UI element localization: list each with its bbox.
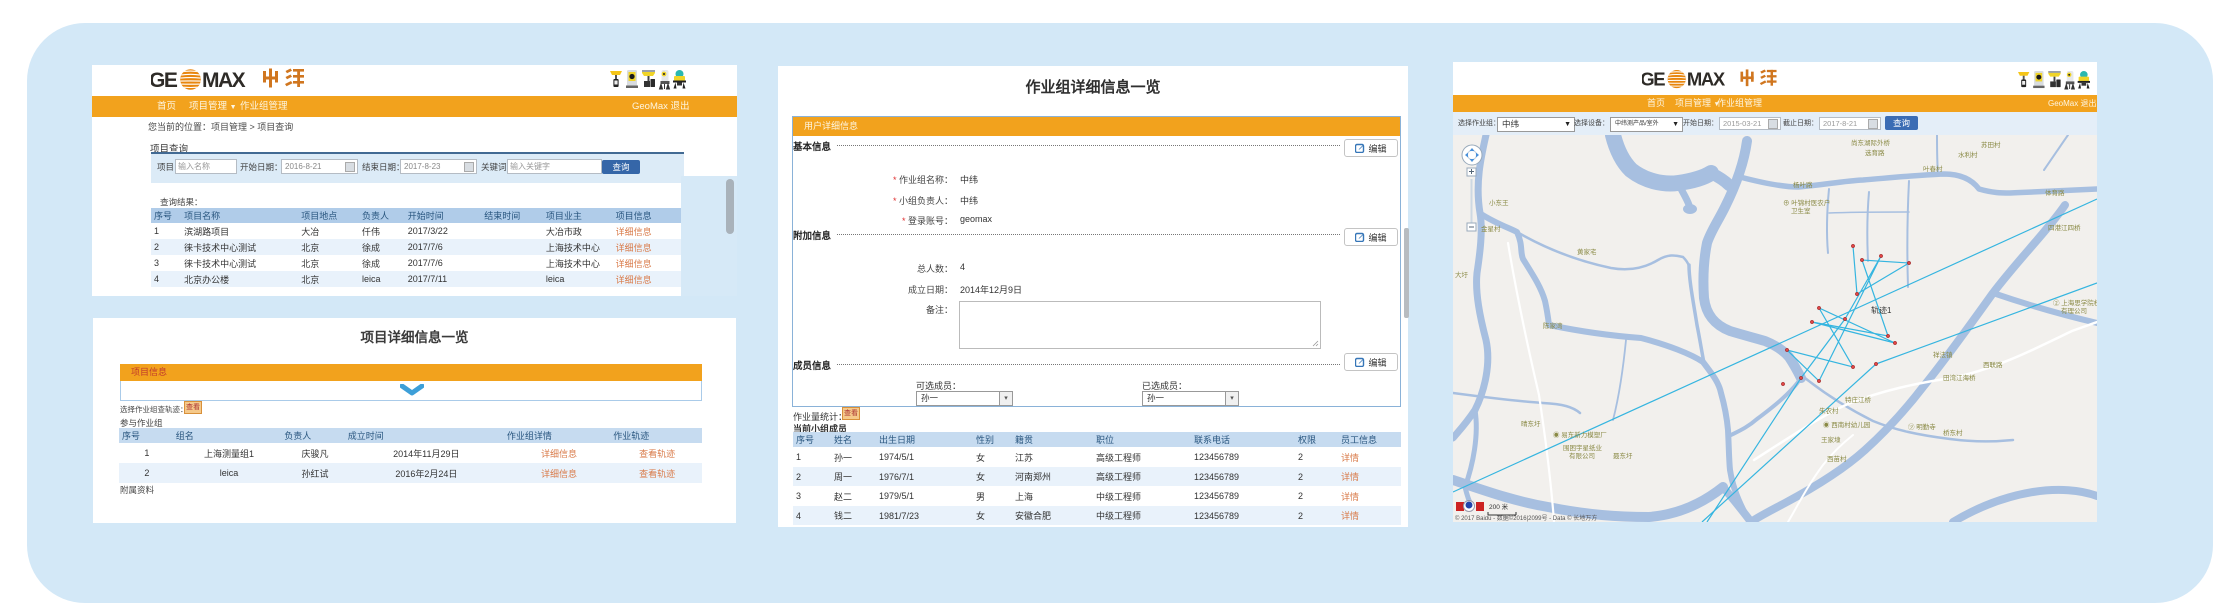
svg-text:MAX: MAX xyxy=(202,69,246,92)
svg-text:© 2017 Baidu - 数据©2016|2099号 -: © 2017 Baidu - 数据©2016|2099号 - Data © 长地… xyxy=(1455,514,1597,522)
svg-text:水利村: 水利村 xyxy=(1958,150,1978,159)
svg-text:特庄江桥: 特庄江桥 xyxy=(1845,395,1872,404)
svg-text:朱农村: 朱农村 xyxy=(1819,406,1839,415)
svg-text:四港江四桥: 四港江四桥 xyxy=(2048,223,2081,232)
svg-text:卫生室: 卫生室 xyxy=(1791,206,1811,215)
svg-text:200 米: 200 米 xyxy=(1489,502,1509,511)
svg-text:小东王: 小东王 xyxy=(1489,198,1509,207)
svg-text:西联路: 西联路 xyxy=(1983,360,2003,369)
svg-text:杨叶路: 杨叶路 xyxy=(1793,180,1813,189)
svg-text:叶春村: 叶春村 xyxy=(1923,164,1943,173)
svg-text:西苗村: 西苗村 xyxy=(1827,454,1847,463)
svg-text:⊕ 叶锦村医农户: ⊕ 叶锦村医农户 xyxy=(1783,198,1830,207)
svg-text:桥东村: 桥东村 xyxy=(1943,428,1963,437)
svg-text:苏田村: 苏田村 xyxy=(1981,140,2001,149)
svg-text:GE: GE xyxy=(151,69,178,92)
svg-text:大圩: 大圩 xyxy=(1455,270,1469,279)
svg-text:黄家宅: 黄家宅 xyxy=(1577,247,1597,256)
svg-text:金星村: 金星村 xyxy=(1481,224,1501,233)
svg-text:有理公司: 有理公司 xyxy=(2061,306,2087,315)
svg-text:体育路: 体育路 xyxy=(2045,188,2065,197)
svg-text:陈家湾: 陈家湾 xyxy=(1543,321,1563,330)
svg-text:◉ 易东新力模塑厂: ◉ 易东新力模塑厂 xyxy=(1553,430,1607,439)
svg-text:王家埭: 王家埭 xyxy=(1821,435,1841,444)
svg-text:㋡ 明勤寺: ㋡ 明勤寺 xyxy=(1908,422,1936,431)
svg-text:聂东圩: 聂东圩 xyxy=(1613,451,1633,460)
svg-text:田湾江海桥: 田湾江海桥 xyxy=(1943,373,1976,382)
svg-text:选育路: 选育路 xyxy=(1865,148,1885,157)
svg-text:GE: GE xyxy=(1642,69,1665,90)
svg-text:有限公司: 有限公司 xyxy=(1569,451,1595,460)
svg-text:尚东湖际外桥: 尚东湖际外桥 xyxy=(1851,138,1891,147)
svg-text:围困宇星纸业: 围困宇星纸业 xyxy=(1563,443,1603,452)
svg-text:晴东圩: 晴东圩 xyxy=(1521,419,1541,428)
svg-text:轨迹1: 轨迹1 xyxy=(1871,305,1892,315)
svg-text:MAX: MAX xyxy=(1687,69,1726,90)
svg-text:祥法镇: 祥法镇 xyxy=(1933,350,1953,359)
svg-text:② 上海思学院校: ② 上海思学院校 xyxy=(2053,298,2097,307)
svg-text:◉ 西南村幼儿园: ◉ 西南村幼儿园 xyxy=(1823,420,1870,429)
